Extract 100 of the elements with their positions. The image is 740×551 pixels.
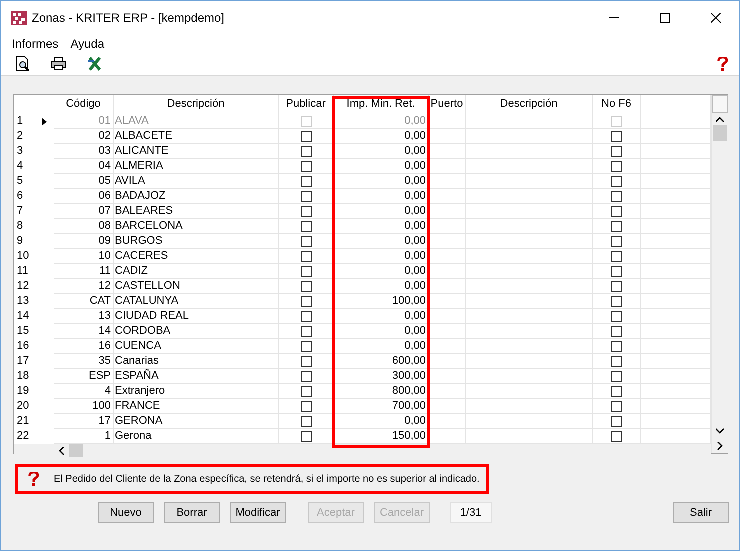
checkbox[interactable] xyxy=(300,160,312,172)
checkbox[interactable] xyxy=(611,266,622,276)
column-header[interactable]: Puerto xyxy=(429,95,466,114)
checkbox[interactable] xyxy=(300,430,312,442)
checkbox[interactable] xyxy=(300,220,312,232)
column-header[interactable]: Código xyxy=(54,95,114,114)
checkbox[interactable] xyxy=(611,176,622,186)
checkbox[interactable] xyxy=(300,266,312,276)
table-cell: BADAJOZ xyxy=(114,189,279,204)
checkbox[interactable] xyxy=(300,400,312,412)
scroll-up-icon[interactable] xyxy=(716,117,724,123)
checkbox[interactable] xyxy=(300,326,312,336)
menu-item[interactable]: Ayuda xyxy=(64,37,110,51)
spreadsheet-export-icon[interactable] xyxy=(87,57,103,71)
table-cell: 0,00 xyxy=(334,264,429,279)
checkbox[interactable] xyxy=(300,250,312,262)
row-number: 16 xyxy=(16,339,30,354)
checkbox[interactable] xyxy=(611,416,622,426)
row-number: 18 xyxy=(16,369,30,384)
scrollbar-thumb[interactable] xyxy=(69,444,83,457)
checkbox[interactable] xyxy=(611,400,622,412)
column-header[interactable]: No F6 xyxy=(593,95,641,114)
row-number: 8 xyxy=(16,219,24,234)
printer-icon[interactable] xyxy=(51,57,67,71)
table-cell: 0,00 xyxy=(334,204,429,219)
column-header[interactable]: Descripción xyxy=(466,95,593,114)
checkbox[interactable] xyxy=(611,296,622,306)
table-cell: ALMERIA xyxy=(114,159,279,174)
checkbox[interactable] xyxy=(611,190,622,202)
table-cell: 16 xyxy=(54,339,114,354)
checkbox[interactable] xyxy=(300,370,312,382)
checkbox[interactable] xyxy=(611,356,622,366)
checkbox[interactable] xyxy=(611,220,622,232)
scroll-right-icon[interactable] xyxy=(717,442,723,450)
action-button[interactable]: Modificar xyxy=(230,502,286,523)
print-preview-icon[interactable] xyxy=(15,56,31,72)
checkbox[interactable] xyxy=(611,370,622,382)
table-cell: 0,00 xyxy=(334,309,429,324)
checkbox[interactable] xyxy=(300,130,312,142)
checkbox[interactable] xyxy=(611,146,622,156)
checkbox[interactable] xyxy=(611,160,622,172)
checkbox[interactable] xyxy=(611,430,622,442)
checkbox[interactable] xyxy=(300,236,312,246)
checkbox[interactable] xyxy=(611,130,622,142)
table-cell: 0,00 xyxy=(334,144,429,159)
checkbox[interactable] xyxy=(611,280,622,292)
table-cell: CUENCA xyxy=(114,339,279,354)
checkbox[interactable] xyxy=(611,206,622,216)
table-cell: 0,00 xyxy=(334,339,429,354)
table-cell: Canarias xyxy=(114,354,279,369)
checkbox[interactable] xyxy=(300,310,312,322)
checkbox[interactable] xyxy=(300,416,312,426)
checkbox[interactable] xyxy=(611,340,622,352)
table-cell: 08 xyxy=(54,219,114,234)
exit-button[interactable]: Salir xyxy=(673,502,729,523)
table-cell: ESP xyxy=(54,369,114,384)
menu-item[interactable]: Informes xyxy=(6,37,65,51)
table-cell xyxy=(429,339,466,354)
checkbox[interactable] xyxy=(300,280,312,292)
table-cell: CIUDAD REAL xyxy=(114,309,279,324)
column-header[interactable]: Imp. Min. Ret. xyxy=(334,95,429,114)
table-cell: CADIZ xyxy=(114,264,279,279)
checkbox[interactable] xyxy=(611,326,622,336)
table-cell xyxy=(429,384,466,399)
close-icon[interactable] xyxy=(711,13,721,23)
checkbox[interactable] xyxy=(300,356,312,366)
checkbox[interactable] xyxy=(300,176,312,186)
scroll-left-icon[interactable] xyxy=(59,446,65,454)
checkbox[interactable] xyxy=(300,340,312,352)
checkbox[interactable] xyxy=(611,310,622,322)
checkbox[interactable] xyxy=(300,296,312,306)
table-cell: 0,00 xyxy=(334,114,429,129)
minimize-icon[interactable] xyxy=(609,17,619,19)
column-header[interactable]: Descripción xyxy=(114,95,279,114)
table-cell xyxy=(429,204,466,219)
column-header[interactable]: Publicar xyxy=(279,95,334,114)
table-cell: 0,00 xyxy=(334,219,429,234)
row-number: 3 xyxy=(16,144,24,159)
table-cell: CACERES xyxy=(114,249,279,264)
maximize-icon[interactable] xyxy=(660,13,670,23)
checkbox[interactable] xyxy=(300,386,312,396)
table-cell: 04 xyxy=(54,159,114,174)
scroll-down-icon[interactable] xyxy=(716,428,724,434)
help-icon[interactable] xyxy=(717,57,729,71)
checkbox[interactable] xyxy=(611,386,622,396)
checkbox[interactable] xyxy=(611,250,622,262)
table-cell xyxy=(429,129,466,144)
table-cell: CASTELLON xyxy=(114,279,279,294)
checkbox[interactable] xyxy=(300,146,312,156)
table-cell xyxy=(429,309,466,324)
action-button[interactable]: Borrar xyxy=(164,502,220,523)
row-number: 13 xyxy=(16,294,30,309)
table-cell xyxy=(429,279,466,294)
checkbox[interactable] xyxy=(300,206,312,216)
row-number: 9 xyxy=(16,234,24,249)
checkbox[interactable] xyxy=(300,190,312,202)
scrollbar-thumb[interactable] xyxy=(713,125,727,141)
checkbox[interactable] xyxy=(611,236,622,246)
row-number: 1 xyxy=(16,114,24,129)
action-button[interactable]: Nuevo xyxy=(98,502,154,523)
